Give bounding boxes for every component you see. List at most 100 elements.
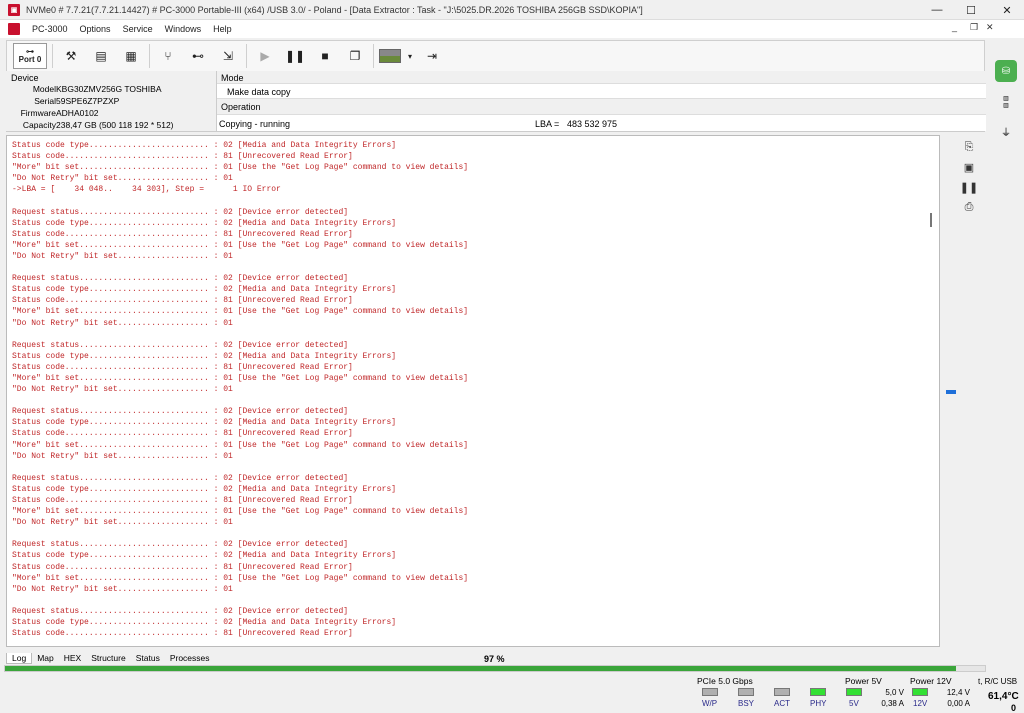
log-line: Status code.............................… [12, 562, 353, 572]
power5-amp: 0,38 A [881, 699, 904, 708]
power-plug-icon[interactable]: ⏚ [995, 120, 1017, 142]
log-line: Status code type........................… [12, 618, 397, 628]
drive-info-icon[interactable]: ▤ [88, 43, 114, 69]
power5-led-label: 5V [849, 699, 859, 708]
save-icon[interactable]: ▣ [960, 158, 978, 176]
pcie-label: PCIe 5.0 Gbps [697, 676, 753, 686]
pause-icon[interactable]: ❚❚ [282, 43, 308, 69]
log-line: Status code.............................… [12, 429, 353, 439]
log-line: ->LBA = [ 34 048.. 34 303], Step = 1 IO … [12, 185, 281, 195]
device-model-row: Model KBG30ZMV256G TOSHIBA [6, 84, 216, 96]
device-model-label: Model [32, 84, 56, 94]
new-page-icon[interactable]: ⎘ [960, 138, 978, 156]
mode-heading: Mode [221, 73, 244, 83]
log-line: "Do Not Retry" bit set..................… [12, 174, 233, 184]
power12-amp: 0,00 A [947, 699, 970, 708]
lba-label: LBA = [535, 119, 560, 129]
mode-value: Make data copy [227, 87, 291, 97]
phy-led [810, 688, 826, 696]
tab-map[interactable]: Map [32, 653, 59, 663]
log-line: "More" bit set..........................… [12, 307, 469, 317]
log-line: Status code.............................… [12, 152, 353, 162]
act-led [774, 688, 790, 696]
chevron-down-icon[interactable]: ▾ [405, 43, 415, 69]
device-serial-value: 59SPE6Z7PZXP [56, 96, 120, 106]
stop-icon[interactable]: ■ [312, 43, 338, 69]
usb-count: 0 [1011, 703, 1017, 713]
power5-heading: Power 5V [845, 676, 882, 686]
progress-percent: 97 % [484, 654, 505, 664]
tab-hex[interactable]: HEX [59, 653, 86, 663]
log-panel[interactable]: Status code type........................… [6, 135, 940, 647]
log-line: Status code type........................… [12, 218, 397, 228]
operation-field: Copying - running LBA = 483 532 975 [217, 114, 986, 131]
exit-icon[interactable]: ⇥ [419, 43, 445, 69]
mdi-restore-button[interactable]: ❐ [970, 22, 978, 33]
maximize-button[interactable]: ☐ [954, 0, 988, 20]
position-marker[interactable] [946, 390, 956, 394]
device-firmware-label: Firmware [20, 108, 56, 118]
split-icon[interactable]: ⑂ [155, 43, 181, 69]
phy-label: PHY [810, 699, 827, 708]
pause-log-icon[interactable]: ❚❚ [960, 178, 978, 196]
reset-icon[interactable]: ▥ ▥ [995, 92, 1017, 114]
log-line: "More" bit set..........................… [12, 507, 469, 517]
position-track[interactable] [946, 140, 956, 645]
device-serial-label: Serial [34, 96, 56, 106]
binoculars-icon[interactable]: ⊷ [185, 43, 211, 69]
menu-options[interactable]: Options [74, 24, 117, 34]
device-serial-row: Serial 59SPE6Z7PZXP [6, 96, 216, 108]
device-firmware-row: Firmware ADHA0102 [6, 108, 216, 120]
info-panel: Device Model KBG30ZMV256G TOSHIBA Serial… [6, 71, 986, 132]
log-line: Request status..........................… [12, 340, 349, 350]
percent-icon[interactable]: ▦ [118, 43, 144, 69]
log-line: "More" bit set..........................… [12, 573, 469, 583]
flag-icon[interactable] [379, 49, 401, 63]
tab-processes[interactable]: Processes [165, 653, 215, 663]
menu-pc3000[interactable]: PC-3000 [26, 24, 74, 34]
log-line: "Do Not Retry" bit set..................… [12, 251, 233, 261]
toolbar-separator [246, 44, 247, 68]
minimize-button[interactable]: — [920, 0, 954, 20]
tab-status[interactable]: Status [131, 653, 165, 663]
port-button[interactable]: ⊶ Port 0 [13, 43, 47, 69]
log-line: "More" bit set..........................… [12, 440, 469, 450]
log-line: Status code type........................… [12, 484, 397, 494]
log-line: "More" bit set..........................… [12, 373, 469, 383]
status-bar: PCIe 5.0 Gbps W/P BSY ACT PHY Power 5V 5… [0, 674, 1024, 713]
menu-windows[interactable]: Windows [159, 24, 208, 34]
log-line: Status code.............................… [12, 629, 353, 639]
log-line: Status code.............................… [12, 362, 353, 372]
windows-icon[interactable]: ❐ [342, 43, 368, 69]
tools-icon[interactable]: ⚒ [58, 43, 84, 69]
app-icon[interactable]: ▣ [8, 3, 20, 16]
log-line: Status code.............................… [12, 296, 353, 306]
bsy-label: BSY [738, 699, 755, 708]
save-as-icon[interactable]: ⎙ [960, 198, 978, 216]
export-icon[interactable]: ⇲ [215, 43, 241, 69]
menu-help[interactable]: Help [207, 24, 238, 34]
power5-led [846, 688, 862, 696]
close-button[interactable]: ✕ [990, 0, 1024, 20]
log-line: Request status..........................… [12, 473, 349, 483]
log-scrollbar-thumb[interactable] [930, 213, 932, 227]
mdi-minimize-button[interactable]: _ [952, 22, 957, 32]
tab-structure[interactable]: Structure [86, 653, 131, 663]
operation-value: Copying - running [219, 119, 291, 129]
bsy-led [738, 688, 754, 696]
usb-heading: t, R/C USB [978, 677, 1018, 686]
mdi-close-button[interactable]: ✕ [986, 22, 994, 33]
log-line: Status code type........................… [12, 141, 397, 150]
play-icon[interactable]: ▶ [252, 43, 278, 69]
menu-service[interactable]: Service [117, 24, 159, 34]
database-icon[interactable]: ⛁ [995, 60, 1017, 82]
log-line: Status code.............................… [12, 496, 353, 505]
tab-log[interactable]: Log [6, 652, 33, 664]
progress-bar [4, 665, 986, 672]
log-line: Request status..........................… [12, 207, 349, 217]
port-label: Port 0 [18, 55, 42, 64]
